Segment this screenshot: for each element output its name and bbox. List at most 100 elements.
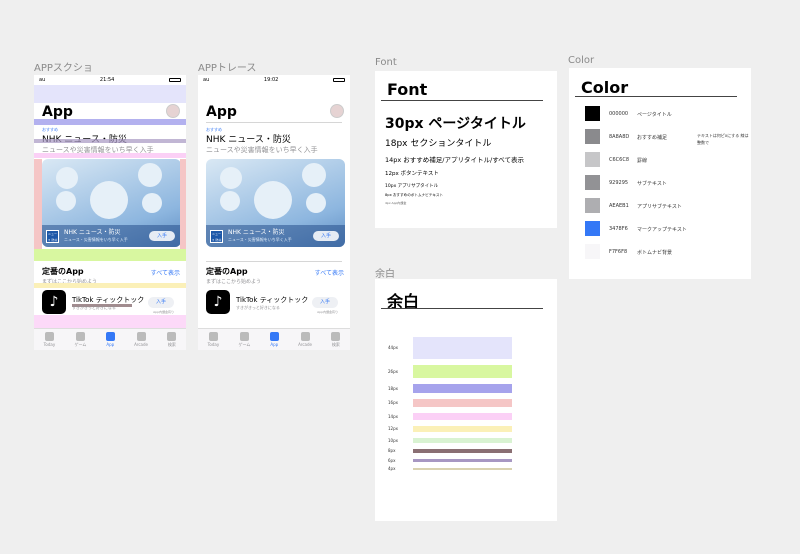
carrier: au [203,77,210,83]
color-hex: 3478F6 [609,226,628,232]
spacing-overlay-16-left [34,159,42,249]
spacing-label: 4px [388,466,396,471]
rocket-icon [75,331,85,341]
frame-label-color: Color [568,55,595,66]
get-button[interactable]: 入手 [148,297,174,308]
color-usage: ボトムナビ背景 [637,250,673,256]
color-swatch [585,129,600,144]
banner-app-name: NHK ニュース・防災 [228,229,285,236]
color-usage: マークアップテキスト [637,227,687,233]
spacing-bar [413,426,512,432]
layers-icon [269,332,279,341]
tab-today[interactable]: Today [44,332,55,347]
tab-today[interactable]: Today [208,332,219,347]
battery-icon [333,78,345,82]
see-all-link[interactable]: すべて表示 [315,268,344,277]
tab-bar: Today ゲーム App Arcade 検索 [34,328,186,350]
see-all-link[interactable]: すべて表示 [151,268,180,277]
bubble-rain-icon [302,163,326,187]
tab-games[interactable]: ゲーム [239,331,250,348]
tab-search[interactable]: 検索 [167,331,177,348]
color-card: Color テキストは何ピxにする 線は整数で 000000 ページタイトル 8A8… [569,68,751,279]
color-usage: 罫線 [637,158,648,164]
spacing-overlay-16-right [180,159,186,249]
tab-games[interactable]: ゲーム [75,331,86,348]
status-bar: au 21:54 [34,75,186,85]
spacing-label: 14px [388,413,398,419]
spacing-bar [413,399,512,407]
tab-arcade[interactable]: Arcade [298,332,312,347]
spacing-bar [413,365,512,378]
color-hex: 929295 [609,180,629,186]
title-underline [381,308,543,309]
color-hex: 000000 [609,111,629,117]
phone-trace: au 19:02 App おすすめ NHK ニュース・防災 ニュースや災害情報を… [198,75,350,350]
get-button[interactable]: 入手 [312,297,338,308]
joystick-icon [136,332,146,341]
section-subtitle: まずはここから始めよう [206,279,262,285]
color-hex: 8A8A8D [609,134,630,140]
bubble-house-icon [56,167,78,189]
color-swatch [585,221,600,236]
bubble-siren-icon [306,193,326,213]
bubble-house-icon [220,167,242,189]
tiktok-icon[interactable]: ♪ [42,290,66,314]
in-app-purchase-note: App内課金有り [153,310,174,314]
tab-bar: Today ゲーム App Arcade 検索 [198,328,350,350]
font-sample-8: 8px おすすめのボトムナビテキスト [385,193,444,197]
spacing-label: 8px [388,448,396,453]
tab-search[interactable]: 検索 [331,331,341,348]
spacing-overlay-44 [34,85,186,103]
megaphone-icon [90,181,128,219]
frame-label-trace: APPトレース [198,63,257,74]
avatar[interactable] [166,104,180,118]
feature-banner[interactable]: ニュース 防災 NHK ニュース・防災 ニュース・災害情報をいち早く入手 入手 [42,159,181,247]
title-underline [381,100,543,101]
spacing-label: 12px [388,426,398,431]
avatar[interactable] [330,104,344,118]
tab-arcade[interactable]: Arcade [134,332,148,347]
font-sample-12: 12px ボタンテキスト [385,171,439,177]
feature-banner[interactable]: ニュース 防災 NHK ニュース・防災 ニュース・災害情報をいち早く入手 入手 [206,159,345,247]
spacing-label: 6px [388,457,396,463]
carrier: au [39,77,46,83]
spacing-overlay-26 [34,249,186,261]
app-subtitle: すきがきっと好きになる [236,305,280,310]
search-icon [331,331,341,341]
font-sample-10: 10px アプリサブタイトル [385,184,439,189]
megaphone-icon [254,181,292,219]
color-usage: サブテキスト [637,181,667,187]
status-bar: au 19:02 [198,75,350,85]
banner-get-button[interactable]: 入手 [149,231,175,241]
banner-app-icon: ニュース 防災 [210,230,223,243]
banner-get-button[interactable]: 入手 [313,231,339,241]
color-note: テキストは何ピxにする 線は整数で [697,133,749,145]
app-name: TikTok ティックトック [236,296,309,304]
tiktok-icon[interactable]: ♪ [206,290,230,314]
banner-app-sub: ニュース・災害情報をいち早く入手 [228,237,292,242]
section-title: 定番のApp [206,267,248,276]
frame-label-font: Font [375,57,397,68]
bubble-exit-icon [220,191,240,211]
joystick-icon [300,332,310,341]
page-title: App [42,104,73,120]
divider [206,261,342,262]
color-swatch [585,106,600,121]
color-swatch [585,175,600,190]
font-sample-4: 4px App内課金 [385,201,407,205]
divider [206,122,342,123]
tab-apps[interactable]: App [269,332,279,347]
color-swatch [585,244,600,259]
spacing-bar [413,449,512,453]
tab-apps[interactable]: App [105,332,115,347]
status-time: 21:54 [99,77,115,83]
title-underline [575,96,737,97]
color-usage: ページタイトル [637,112,672,118]
spacing-label: 26px [388,368,398,374]
card-title: NHK ニュース・防災 [206,135,291,145]
frame-label-capture: APPスクショ [34,63,93,74]
spacing-overlay-12 [34,283,186,288]
color-hex: C6C6C8 [609,157,630,163]
color-swatch [585,198,600,213]
banner-app-sub: ニュース・災害情報をいち早く入手 [64,237,128,242]
